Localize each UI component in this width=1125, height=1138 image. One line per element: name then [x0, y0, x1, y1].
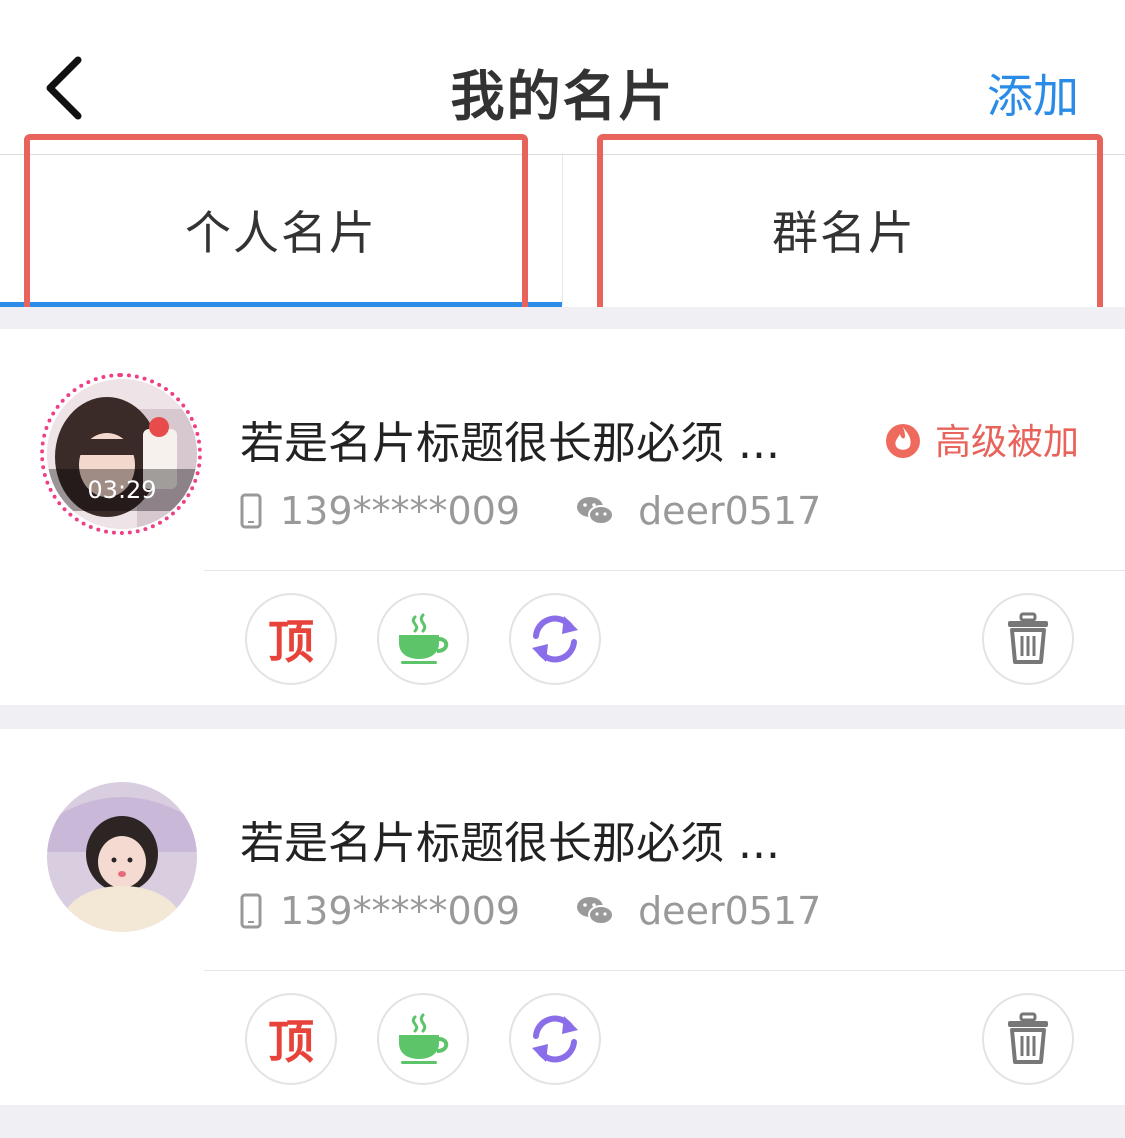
card-divider	[204, 570, 1125, 571]
refresh-button[interactable]	[509, 993, 601, 1085]
coffee-button[interactable]	[377, 593, 469, 685]
section-gap	[0, 705, 1125, 729]
add-button[interactable]: 添加	[987, 60, 1079, 126]
coffee-button[interactable]	[377, 993, 469, 1085]
wechat-id: deer0517	[638, 889, 822, 933]
trash-icon	[1008, 1012, 1048, 1064]
business-card[interactable]: 03:29 若是名片标题很长那必须 ... 高级被加 139*****009 d…	[0, 329, 1125, 705]
coffee-cup-icon	[399, 1013, 449, 1064]
avatar[interactable]: 03:29	[47, 379, 197, 529]
phone-number: 139*****009	[280, 489, 521, 533]
navbar: 我的名片 添加	[0, 0, 1125, 155]
wechat-id: deer0517	[638, 489, 822, 533]
wechat-icon	[577, 897, 615, 925]
premium-badge: 高级被加	[883, 413, 1079, 465]
delete-button[interactable]	[982, 593, 1074, 685]
contact-row: 139*****009 deer0517	[240, 889, 821, 933]
pin-top-button[interactable]: 顶	[245, 593, 337, 685]
refresh-button[interactable]	[509, 593, 601, 685]
top-label: 顶	[268, 1015, 314, 1069]
refresh-icon	[532, 615, 578, 663]
refresh-icon	[532, 1015, 578, 1063]
wechat-icon	[577, 497, 615, 525]
delete-button[interactable]	[982, 993, 1074, 1085]
premium-badge-label: 高级被加	[934, 422, 1079, 463]
flame-icon	[885, 424, 920, 458]
avatar-photo	[47, 782, 197, 932]
contact-row: 139*****009 deer0517	[240, 489, 821, 533]
section-gap	[0, 1105, 1125, 1138]
video-duration: 03:29	[47, 469, 197, 511]
top-label: 顶	[268, 615, 314, 669]
trash-icon	[1008, 612, 1048, 664]
page-title: 我的名片	[450, 65, 675, 128]
phone-icon	[240, 493, 262, 529]
avatar[interactable]	[47, 782, 197, 932]
business-card[interactable]: 若是名片标题很长那必须 ... 139*****009 deer0517 顶	[0, 729, 1125, 1105]
card-title: 若是名片标题很长那必须 ...	[240, 418, 780, 469]
card-title: 若是名片标题很长那必须 ...	[240, 818, 780, 869]
pin-top-button[interactable]: 顶	[245, 993, 337, 1085]
phone-icon	[240, 893, 262, 929]
coffee-cup-icon	[399, 613, 449, 664]
phone-number: 139*****009	[280, 889, 521, 933]
section-gap	[0, 307, 1125, 329]
card-divider	[204, 970, 1125, 971]
